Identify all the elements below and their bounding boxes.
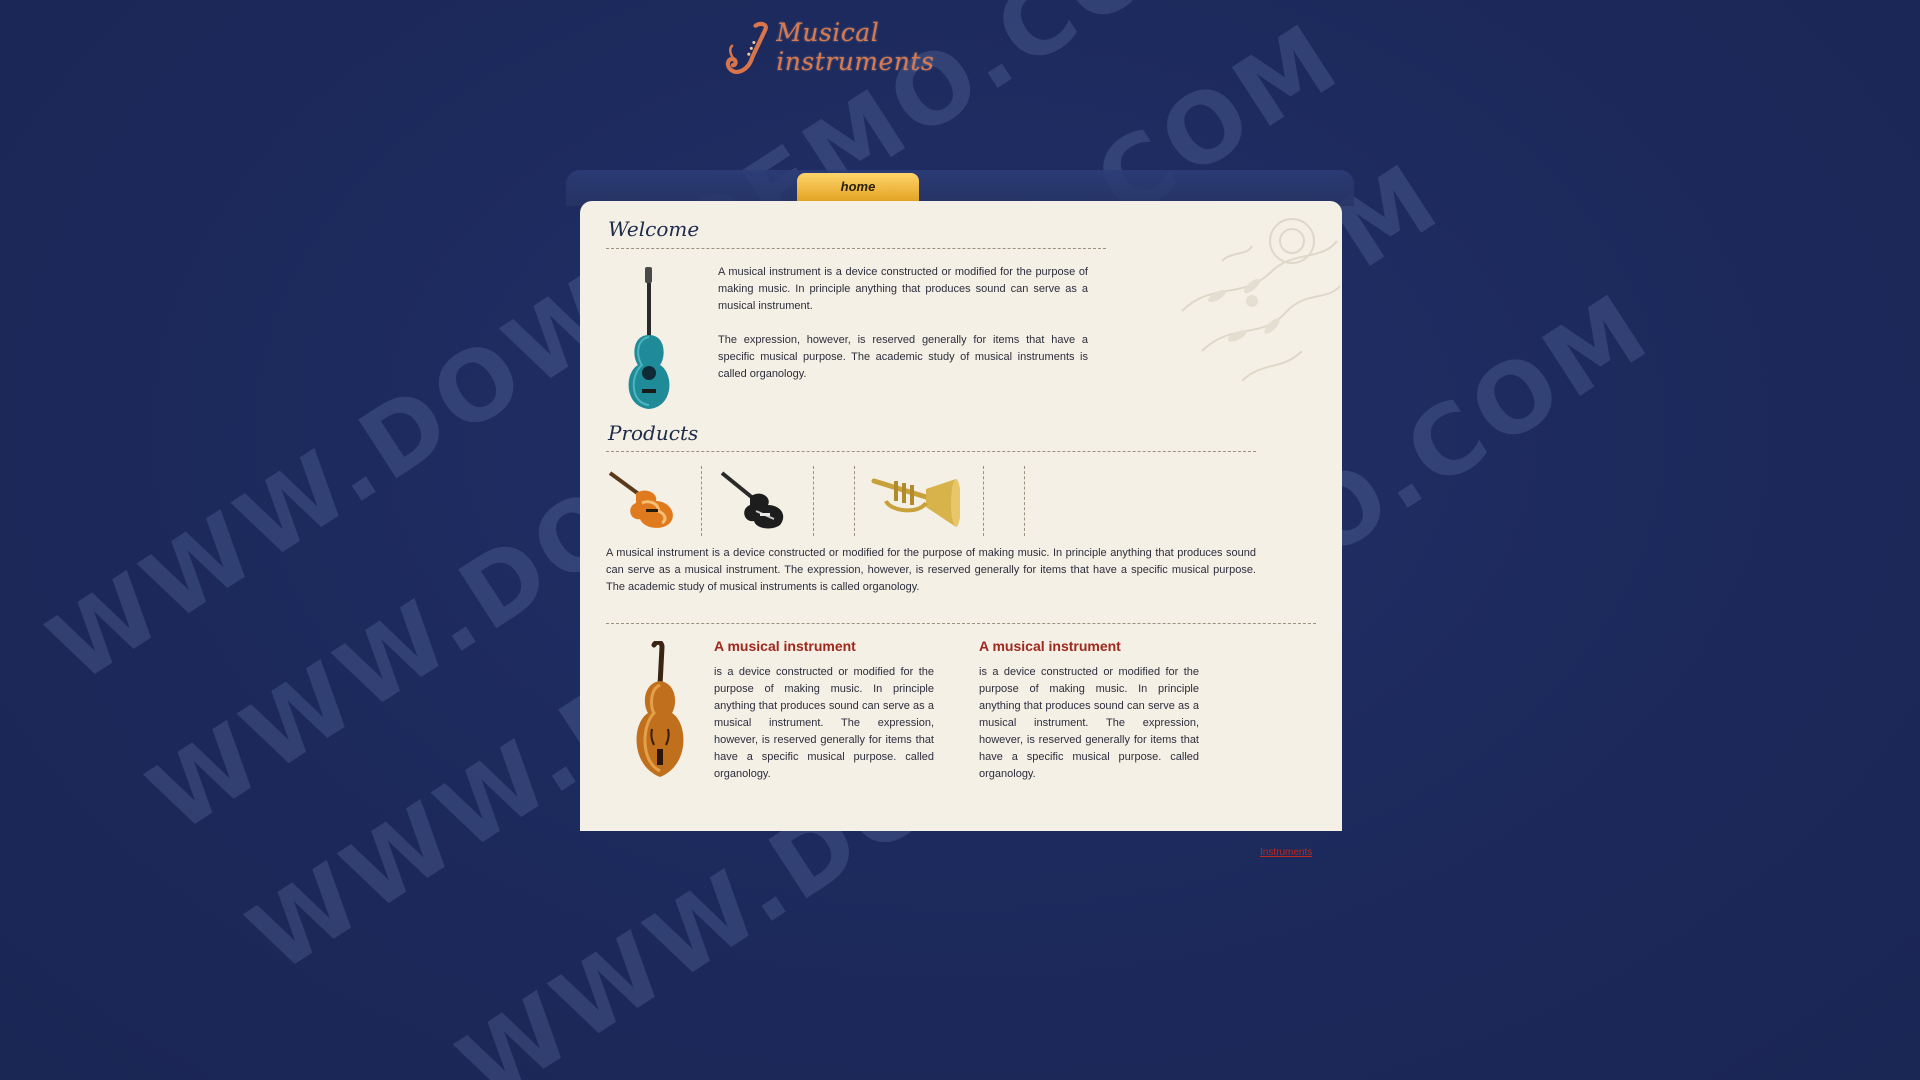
site-logo[interactable]: Musical instruments	[722, 14, 1002, 86]
nav-item-4[interactable]	[1183, 173, 1315, 201]
separator	[1024, 466, 1025, 536]
nav-item-home[interactable]: home	[797, 173, 919, 201]
divider	[606, 623, 1316, 624]
separator	[701, 466, 702, 536]
trumpet-icon[interactable]	[870, 471, 960, 529]
welcome-paragraph-1: A musical instrument is a device constru…	[718, 266, 1088, 312]
separator	[983, 466, 984, 536]
logo-text: Musical instruments	[776, 18, 935, 76]
nav-item-3[interactable]	[1051, 173, 1183, 201]
double-bass-icon	[636, 641, 684, 777]
products-title: Products	[608, 421, 699, 445]
content-panel: Welcome A musical instrument is a device…	[580, 201, 1342, 831]
feature-text-1: is a device constructed or modified for …	[714, 666, 934, 780]
nav-item-2[interactable]	[919, 173, 1051, 201]
feature-title-1: A musical instrument	[714, 638, 856, 654]
separator	[813, 466, 814, 536]
separator	[854, 466, 855, 536]
footer-link[interactable]: Instruments	[1260, 847, 1312, 858]
feature-text-2: is a device constructed or modified for …	[979, 666, 1199, 780]
products-description: A musical instrument is a device constru…	[606, 547, 1256, 593]
feature-title-2: A musical instrument	[979, 638, 1121, 654]
welcome-paragraph-2: The expression, however, is reserved gen…	[718, 334, 1088, 380]
divider	[606, 248, 1106, 249]
saxophone-icon	[725, 21, 768, 75]
acoustic-guitar-icon	[628, 267, 670, 409]
electric-guitar-sunburst-icon[interactable]	[606, 469, 680, 531]
main-nav: home	[797, 173, 1315, 201]
divider	[606, 451, 1256, 452]
floral-ornament-icon	[1181, 218, 1341, 382]
welcome-title: Welcome	[608, 217, 700, 241]
electric-guitar-black-icon[interactable]	[718, 469, 790, 531]
page: WWW.DOWNDEMO.COM WWW.DOWNDEMO.COM WWW.DO…	[0, 0, 1920, 1080]
